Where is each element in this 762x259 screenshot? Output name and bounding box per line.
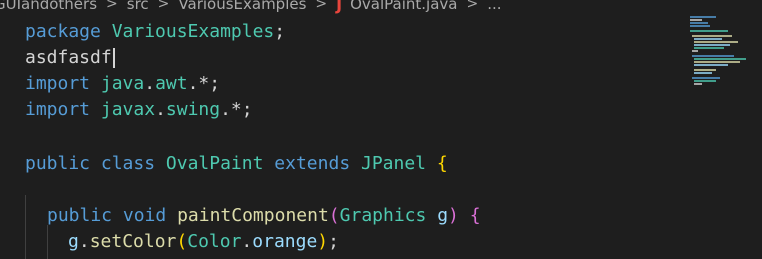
minimap-line	[694, 61, 740, 63]
minimap-line	[690, 22, 708, 24]
code-editor[interactable]: package VariousExamples; asdfasdf import…	[0, 19, 690, 259]
code-token: ;	[274, 21, 286, 42]
chevron-right-icon: >	[106, 0, 118, 12]
minimap-line	[694, 72, 712, 74]
minimap-line	[694, 41, 738, 43]
minimap-line	[694, 47, 724, 49]
code-token: import	[25, 73, 91, 94]
code-token: JPanel	[361, 153, 427, 174]
code-token: .	[78, 231, 90, 252]
code-token: .*;	[187, 73, 221, 94]
code-token: g	[437, 205, 449, 226]
minimap-line	[692, 35, 732, 37]
code-line-9[interactable]: g.setColor(Color.orange);	[68, 229, 339, 255]
code-line-8[interactable]: public void paintComponent(Graphics g) {	[47, 203, 481, 229]
minimap-line	[694, 69, 716, 71]
minimap-line	[694, 64, 728, 66]
code-token: public	[47, 205, 113, 226]
minimap-line	[694, 38, 722, 40]
chevron-right-icon: >	[466, 0, 479, 12]
chevron-right-icon: >	[157, 0, 170, 12]
code-token: {	[436, 153, 448, 174]
breadcrumb-item-symbols[interactable]: ...	[487, 0, 501, 13]
code-token: void	[122, 205, 167, 226]
minimap-line	[694, 58, 746, 60]
minimap-line	[690, 16, 716, 18]
code-token: orange	[252, 231, 318, 252]
code-token: OvalPaint	[165, 153, 264, 174]
minimap-line	[690, 25, 710, 27]
code-token: ;	[328, 231, 339, 252]
code-line-3[interactable]: import java.awt.*;	[25, 71, 220, 97]
minimap-line	[692, 77, 720, 79]
code-token: (	[328, 205, 340, 226]
code-token: class	[100, 153, 156, 174]
code-token: .*;	[220, 99, 253, 120]
code-token: extends	[274, 153, 351, 174]
code-token: swing	[165, 99, 221, 120]
code-token: import	[25, 99, 91, 120]
breadcrumb-item-src[interactable]: src	[127, 0, 149, 13]
code-line-2[interactable]: asdfasdf	[25, 45, 115, 71]
code-token: Graphics	[339, 205, 427, 226]
breadcrumb: GUIandothers > src > VariousExamples > J…	[0, 0, 762, 15]
breadcrumb-item-package[interactable]: VariousExamples	[178, 0, 306, 13]
code-token: )	[448, 205, 459, 226]
chevron-right-icon: >	[315, 0, 328, 12]
code-token: g	[68, 231, 79, 252]
code-line-1[interactable]: package VariousExamples;	[25, 19, 285, 45]
java-file-icon: J	[336, 0, 343, 14]
code-token: VariousExamples	[111, 21, 275, 42]
minimap-line	[692, 50, 698, 52]
code-token: .	[144, 73, 156, 94]
code-line-4[interactable]: import javax.swing.*;	[25, 97, 253, 123]
code-token: (	[176, 231, 188, 252]
code-token: javax	[100, 99, 156, 120]
breadcrumb-item-project[interactable]: GUIandothers	[0, 0, 97, 13]
code-token: .	[155, 99, 166, 120]
code-token: package	[25, 21, 101, 42]
code-token: )	[317, 231, 329, 252]
indent-guide	[47, 225, 48, 259]
minimap-line	[694, 44, 730, 46]
code-token: asdfasdf	[25, 47, 112, 68]
code-token: public	[25, 153, 91, 174]
minimap-line	[690, 19, 702, 21]
code-token: paintComponent	[177, 205, 329, 226]
code-token: setColor	[89, 231, 177, 252]
code-token: Color	[187, 231, 242, 252]
code-token: awt	[155, 73, 188, 94]
minimap-line	[690, 30, 728, 32]
code-token: {	[469, 205, 481, 226]
minimap-line	[694, 83, 702, 85]
breadcrumb-item-file[interactable]: OvalPaint.java	[350, 0, 457, 13]
code-token: .	[241, 231, 253, 252]
minimap-line	[694, 80, 716, 82]
code-line-6[interactable]: public class OvalPaint extends JPanel {	[25, 151, 448, 177]
code-token: java	[100, 73, 145, 94]
minimap[interactable]	[688, 14, 758, 104]
minimap-line	[692, 55, 734, 57]
text-cursor	[112, 48, 115, 68]
indent-guide	[25, 195, 26, 259]
